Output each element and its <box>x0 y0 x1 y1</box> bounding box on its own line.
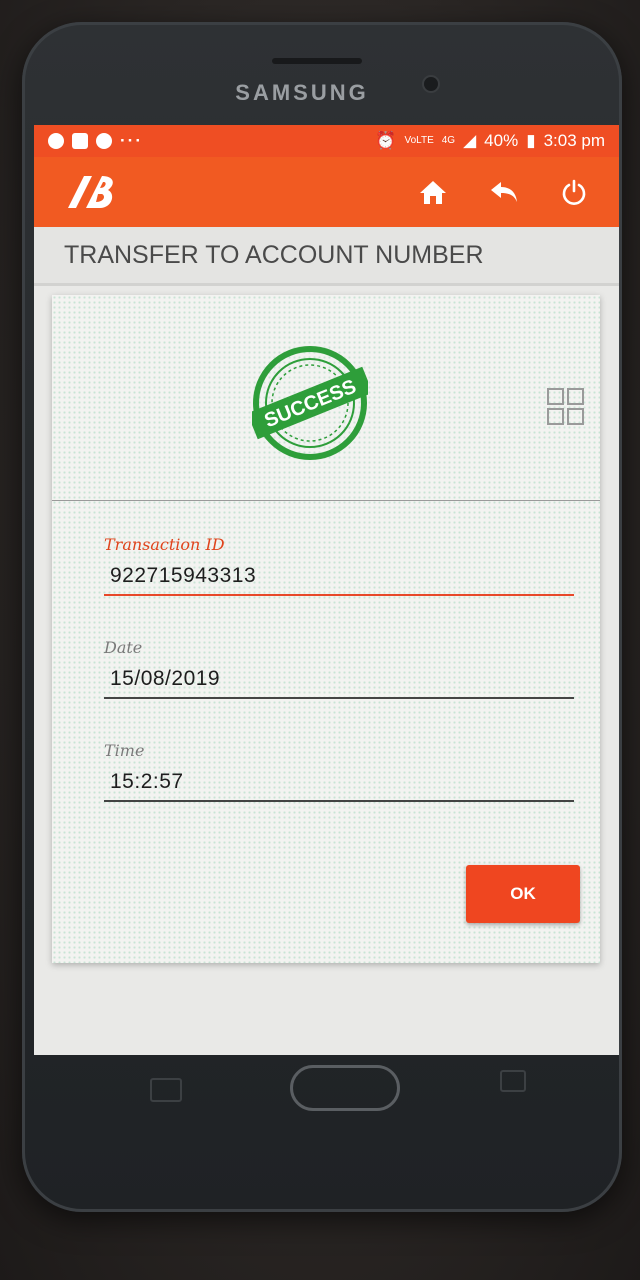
signal-icon: ◢ <box>463 131 477 150</box>
phone-screen: ··· ⏰ VoLTE 4G ◢ 40% ▮ 3:03 pm TRANSFER … <box>34 125 619 1055</box>
device-brand: SAMSUNG <box>235 80 369 105</box>
transaction-receipt-card: SUCCESS Transaction ID 922715943313 Date… <box>52 295 600 963</box>
time-label: Time <box>104 741 145 760</box>
network-type: 4G <box>441 135 456 146</box>
power-icon[interactable] <box>561 179 587 205</box>
transaction-id-underline <box>104 594 574 596</box>
time-underline <box>104 800 574 802</box>
battery-percent: 40% <box>484 131 519 150</box>
time-value[interactable]: 15:2:57 <box>104 760 574 800</box>
stamp-area: SUCCESS <box>52 295 600 501</box>
more-notifications: ··· <box>120 131 143 150</box>
transaction-id-field[interactable]: Transaction ID 922715943313 <box>104 535 574 596</box>
status-bar: ··· ⏰ VoLTE 4G ◢ 40% ▮ 3:03 pm <box>34 125 619 157</box>
home-icon[interactable] <box>419 179 447 205</box>
recent-apps-key[interactable] <box>150 1078 182 1102</box>
back-arrow-icon[interactable] <box>489 180 519 204</box>
home-key[interactable] <box>290 1065 400 1111</box>
app-toolbar <box>34 157 619 227</box>
date-field[interactable]: Date 15/08/2019 <box>104 638 574 699</box>
time-field[interactable]: Time 15:2:57 <box>104 741 574 802</box>
success-stamp: SUCCESS <box>252 346 368 460</box>
page-title: TRANSFER TO ACCOUNT NUMBER <box>34 227 619 286</box>
bank-logo <box>68 176 113 208</box>
battery-icon: ▮ <box>526 131 536 150</box>
back-key[interactable] <box>500 1070 526 1092</box>
earpiece <box>272 58 362 64</box>
phone-call-icon <box>96 133 112 149</box>
grid-view-icon[interactable] <box>546 387 586 427</box>
clock: 3:03 pm <box>543 131 605 150</box>
date-label: Date <box>104 638 143 657</box>
transaction-id-label: Transaction ID <box>104 535 225 554</box>
ok-button[interactable]: OK <box>466 865 580 923</box>
volte-indicator: VoLTE <box>404 135 434 146</box>
alarm-icon: ⏰ <box>375 131 397 150</box>
front-camera <box>424 77 438 91</box>
date-underline <box>104 697 574 699</box>
whatsapp-icon <box>48 133 64 149</box>
date-value[interactable]: 15/08/2019 <box>104 657 574 697</box>
transaction-id-value[interactable]: 922715943313 <box>104 554 574 594</box>
message-icon <box>72 133 88 149</box>
